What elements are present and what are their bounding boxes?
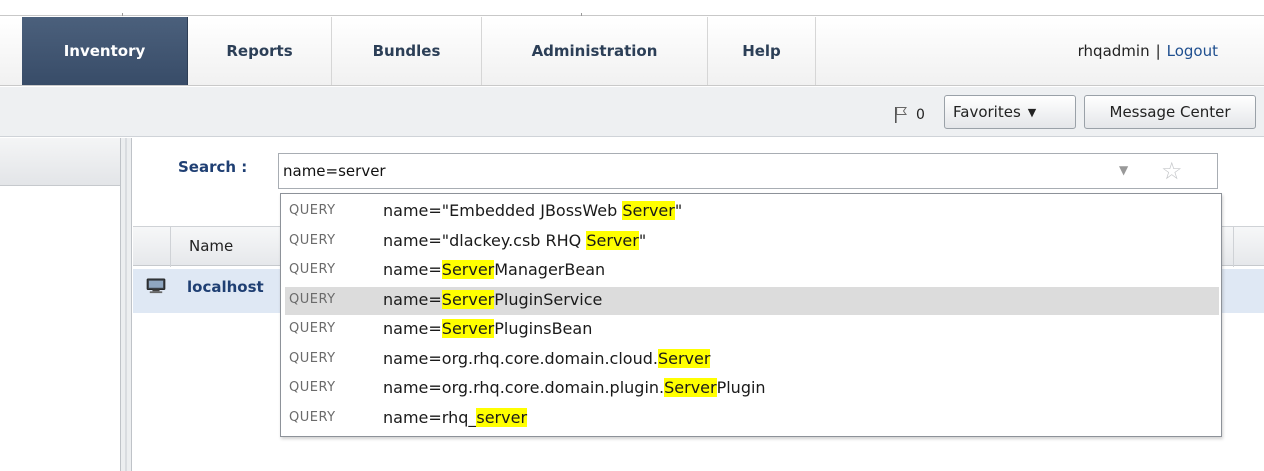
splitter-grip <box>125 138 127 471</box>
search-input[interactable] <box>283 160 1083 182</box>
suggestion-kind: QUERY <box>289 409 336 425</box>
suggestion-text: name=rhq_ <box>383 407 477 427</box>
top-divider <box>0 15 1264 16</box>
tab-help[interactable]: Help <box>708 17 816 85</box>
toolbar: 0 Favorites ▼ Message Center <box>0 87 1264 137</box>
suggestion-item[interactable]: QUERY name=ServerPluginService <box>285 286 1219 315</box>
suggestion-item[interactable]: QUERY name="Embedded JBossWeb Server" <box>285 198 1219 226</box>
computer-icon <box>146 278 166 294</box>
match-highlight: Server <box>586 230 639 250</box>
favorites-button[interactable]: Favorites ▼ <box>944 95 1076 129</box>
tab-administration[interactable]: Administration <box>482 17 708 85</box>
suggestion-text: name="dlackey.csb RHQ <box>383 230 587 250</box>
column-header-name[interactable]: Name <box>189 237 233 255</box>
match-highlight: Server <box>657 348 711 368</box>
flag-count: 0 <box>916 107 925 123</box>
suggestion-text: " <box>638 230 647 250</box>
suggestion-text: ManagerBean <box>494 260 606 279</box>
match-highlight: Server <box>441 260 495 279</box>
main-navbar: Inventory Reports Bundles Administration… <box>0 17 1264 86</box>
match-highlight: server <box>476 407 528 427</box>
suggestion-value: name=ServerPluginsBean <box>383 319 592 338</box>
suggestion-text: name=org.rhq.core.domain.cloud. <box>383 348 658 368</box>
match-highlight: Server <box>441 319 495 338</box>
match-highlight: Server <box>664 378 717 397</box>
search-box[interactable]: ▼ ☆ <box>278 153 1218 189</box>
username: rhqadmin <box>1077 42 1150 60</box>
user-separator: | <box>1155 42 1161 60</box>
search-label: Search : <box>178 158 248 176</box>
suggestion-text: " <box>674 201 683 220</box>
suggestion-text: name= <box>383 260 442 279</box>
tab-inventory[interactable]: Inventory <box>22 17 188 85</box>
top-strip <box>0 0 1264 17</box>
suggestion-text: PluginsBean <box>494 319 593 338</box>
suggestion-text: name=org.rhq.core.domain.plugin. <box>383 378 665 397</box>
suggestion-kind: QUERY <box>289 350 336 366</box>
suggestion-value: name=rhq_server <box>383 407 528 427</box>
suggestion-value: name="Embedded JBossWeb Server" <box>383 201 682 220</box>
match-highlight: Server <box>441 289 495 309</box>
top-tick <box>122 13 123 16</box>
suggestion-item[interactable]: QUERY name=org.rhq.core.domain.plugin.Ser… <box>285 375 1219 403</box>
logout-link[interactable]: Logout <box>1167 42 1218 60</box>
suggestion-kind: QUERY <box>289 321 336 336</box>
search-suggestions-dropdown: QUERY name="Embedded JBossWeb Server" QUER… <box>280 193 1222 437</box>
suggestion-value: name=org.rhq.core.domain.cloud.Server <box>383 348 711 368</box>
left-panel <box>0 138 122 471</box>
chevron-down-icon: ▼ <box>1027 105 1037 119</box>
match-highlight: Server <box>622 201 675 220</box>
suggestion-value: name=ServerManagerBean <box>383 260 605 279</box>
suggestion-kind: QUERY <box>289 203 336 218</box>
suggestion-item[interactable]: QUERY name=org.rhq.core.domain.cloud.Serv… <box>285 346 1219 374</box>
favorites-label: Favorites <box>953 103 1021 121</box>
suggestion-kind: QUERY <box>289 262 336 277</box>
star-icon[interactable]: ☆ <box>1161 157 1183 185</box>
suggestion-value: name=org.rhq.core.domain.plugin.ServerPl… <box>383 378 766 397</box>
suggestion-item[interactable]: QUERY name=ServerManagerBean <box>285 257 1219 285</box>
tab-bundles[interactable]: Bundles <box>332 17 482 85</box>
suggestion-kind: QUERY <box>289 380 336 395</box>
resource-name-link[interactable]: localhost <box>187 278 264 296</box>
suggestion-text: name= <box>383 289 442 309</box>
suggestion-item[interactable]: QUERY name=ServerPluginsBean <box>285 316 1219 344</box>
suggestion-kind: QUERY <box>289 291 336 307</box>
message-center-button[interactable]: Message Center <box>1084 95 1256 129</box>
tab-reports[interactable]: Reports <box>188 17 332 85</box>
panel-splitter[interactable] <box>120 138 132 471</box>
suggestion-text: name= <box>383 319 442 338</box>
suggestion-text: Plugin <box>716 378 766 397</box>
left-panel-header <box>0 138 122 186</box>
suggestion-item[interactable]: QUERY name=rhq_server <box>285 405 1219 433</box>
top-tick <box>581 13 582 16</box>
select-column-header[interactable] <box>133 227 171 267</box>
column-divider <box>1233 227 1234 267</box>
flag-indicator[interactable]: 0 <box>894 105 925 125</box>
flag-icon <box>895 107 907 123</box>
suggestion-text: PluginService <box>494 289 603 309</box>
search-dropdown-icon[interactable]: ▼ <box>1119 163 1128 177</box>
suggestion-value: name=ServerPluginService <box>383 289 603 309</box>
suggestion-text: name="Embedded JBossWeb <box>383 201 623 220</box>
user-area: rhqadmin | Logout <box>1078 17 1218 85</box>
message-center-label: Message Center <box>1109 103 1231 121</box>
suggestion-kind: QUERY <box>289 232 336 248</box>
suggestion-value: name="dlackey.csb RHQ Server" <box>383 230 647 250</box>
suggestion-item[interactable]: QUERY name="dlackey.csb RHQ Server" <box>285 228 1219 256</box>
